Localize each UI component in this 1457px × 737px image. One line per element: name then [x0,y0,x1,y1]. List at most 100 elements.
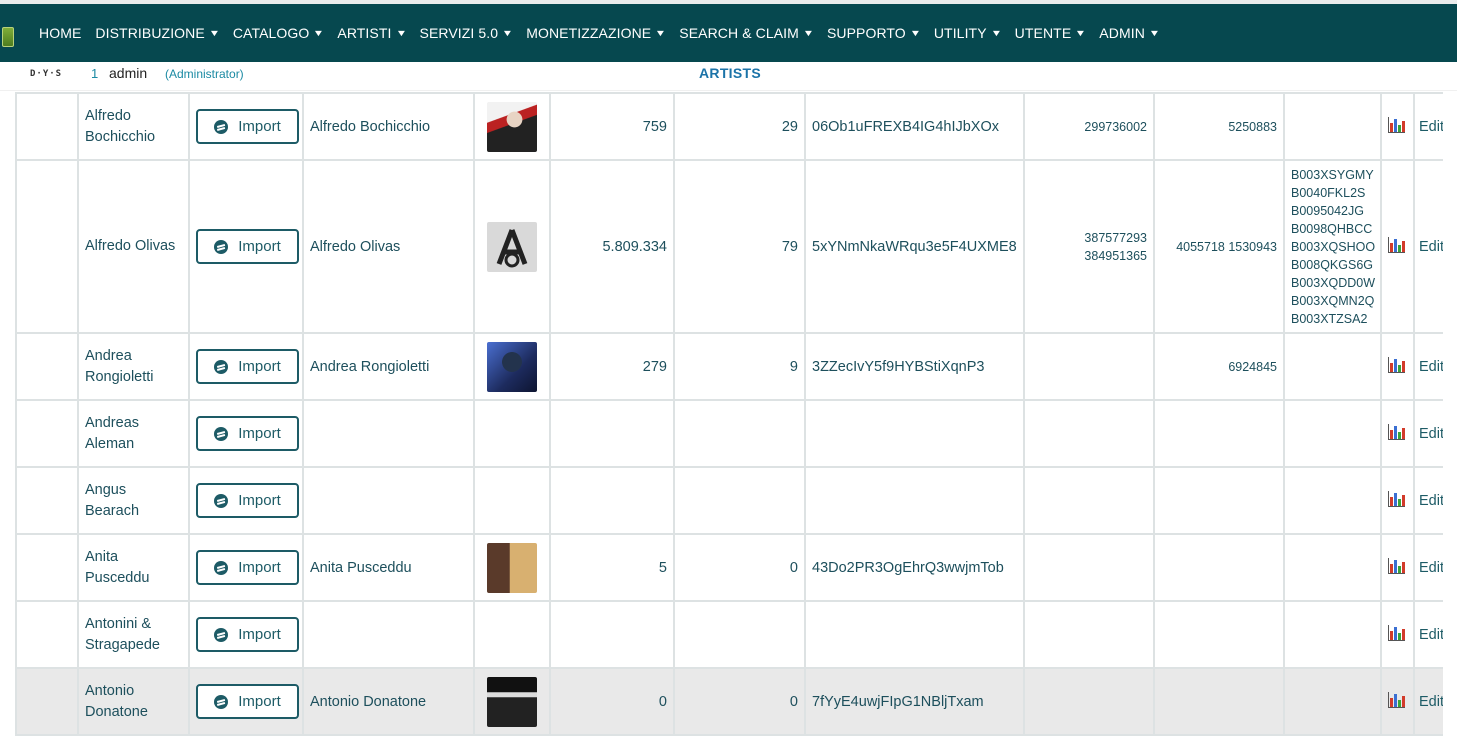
edit-link[interactable]: Edit [1419,119,1443,135]
popularity-cell [673,399,806,468]
asin-cell [1283,466,1382,535]
spotify-id-cell [804,466,1025,535]
thumbnail-cell [473,399,551,468]
chevron-down-icon: ▼ [501,28,514,38]
spotify-id-link[interactable]: 7fYyE4uwjFIpG1NBljTxam [812,694,984,710]
popularity-value: 0 [789,693,798,710]
import-cell: Import [188,399,304,468]
edit-link[interactable]: Edit [1419,239,1443,255]
edit-link[interactable]: Edit [1419,426,1443,442]
bar-chart-icon[interactable] [1388,117,1405,133]
popularity-cell [673,466,806,535]
id-column-a [1023,399,1155,468]
spotify-artist-name[interactable]: Antonio Donatone [310,694,426,710]
spotify-id-link[interactable]: 43Do2PR3OgEhrQ3wwjmTob [812,560,1004,576]
artist-thumbnail[interactable] [487,341,537,392]
nav-item-supporto[interactable]: SUPPORTO ▼ [820,25,927,41]
import-button[interactable]: Import [196,684,299,719]
asin-code: B0040FKL2S [1291,185,1366,200]
artist-name-link[interactable]: Andrea Rongioletti [85,348,154,385]
spotify-artist-name[interactable]: Alfredo Bochicchio [310,119,430,135]
spotify-artist-name[interactable]: Andrea Rongioletti [310,359,429,375]
import-button[interactable]: Import [196,109,299,144]
spotify-name-cell: Alfredo Bochicchio [302,92,475,161]
import-button[interactable]: Import [196,483,299,518]
artist-name-link[interactable]: Angus Bearach [85,482,139,519]
asin-code: B003XQMN2Q [1291,293,1375,308]
edit-link[interactable]: Edit [1419,359,1443,375]
user-name[interactable]: admin [109,65,147,81]
nav-item-monetizzazione[interactable]: MONETIZZAZIONE ▼ [519,25,672,41]
asin-cell [1283,332,1382,401]
artist-thumbnail[interactable] [487,676,537,727]
artist-name-link[interactable]: Antonio Donatone [85,683,148,720]
edit-link[interactable]: Edit [1419,560,1443,576]
edit-cell: Edit [1413,667,1443,736]
nav-item-admin[interactable]: ADMIN ▼ [1092,25,1166,41]
artist-name-link[interactable]: Andreas Aleman [85,415,139,452]
bar-chart-icon[interactable] [1388,692,1405,708]
spotify-artist-name[interactable]: Anita Pusceddu [310,560,412,576]
nav-item-home[interactable]: HOME [32,25,88,41]
stats-cell [1380,466,1415,535]
import-cell: Import [188,92,304,161]
chevron-down-icon: ▼ [654,28,667,38]
nav-item-artisti[interactable]: ARTISTI ▼ [330,25,412,41]
empty-cell [15,466,79,535]
import-button[interactable]: Import [196,416,299,451]
stats-cell [1380,332,1415,401]
artist-name-link[interactable]: Alfredo Bochicchio [85,108,155,145]
empty-cell [15,667,79,736]
nav-item-search-claim[interactable]: SEARCH & CLAIM ▼ [672,25,820,41]
bar-chart-icon[interactable] [1388,357,1405,373]
empty-cell [15,399,79,468]
import-button-label: Import [238,238,281,255]
bar-chart-icon[interactable] [1388,424,1405,440]
nav-item-servizi-5-0[interactable]: SERVIZI 5.0 ▼ [413,25,520,41]
stats-cell [1380,399,1415,468]
edit-link[interactable]: Edit [1419,627,1443,643]
asin-code: B008QKGS6G [1291,257,1373,272]
chevron-down-icon: ▼ [395,28,407,38]
import-button-label: Import [238,118,281,135]
artists-table-container[interactable]: Alfredo Bochicchio Import Alfredo Bochicch… [15,92,1443,737]
nav-item-utente[interactable]: UTENTE ▼ [1008,25,1093,41]
edit-link[interactable]: Edit [1419,493,1443,509]
id-values-a: 387577293 384951365 [1084,230,1147,263]
spotify-id-link[interactable]: 5xYNmNkaWRqu3e5F4UXME8 [812,239,1017,255]
bar-chart-icon[interactable] [1388,625,1405,641]
asin-code: B003XTZSA2 [1291,311,1368,326]
edit-link[interactable]: Edit [1419,694,1443,710]
thumbnail-cell [473,92,551,161]
popularity-cell [673,600,806,669]
spotify-artist-name[interactable]: Alfredo Olivas [310,239,400,255]
artist-thumbnail[interactable] [487,542,537,593]
nav-item-catalogo[interactable]: CATALOGO ▼ [226,25,331,41]
bar-chart-icon[interactable] [1388,558,1405,574]
artist-name-link[interactable]: Antonini & Stragapede [85,616,160,653]
edit-cell: Edit [1413,92,1443,161]
spotify-name-cell: Alfredo Olivas [302,159,475,334]
bar-chart-icon[interactable] [1388,491,1405,507]
spotify-icon [214,239,229,254]
import-button[interactable]: Import [196,617,299,652]
import-cell: Import [188,533,304,602]
nav-item-utility[interactable]: UTILITY ▼ [927,25,1008,41]
bar-chart-icon[interactable] [1388,237,1405,253]
import-button[interactable]: Import [196,550,299,585]
chevron-down-icon: ▼ [802,28,815,38]
import-button[interactable]: Import [196,229,299,264]
artist-name-link[interactable]: Anita Pusceddu [85,549,150,586]
spotify-id-link[interactable]: 3ZZecIvY5f9HYBStiXqnP3 [812,359,984,375]
import-button[interactable]: Import [196,349,299,384]
spotify-id-link[interactable]: 06Ob1uFREXB4IG4hIJbXOx [812,119,999,135]
id-column-b: 4055718 1530943 [1153,159,1285,334]
app-logo-icon[interactable] [2,27,14,47]
artist-thumbnail[interactable] [487,221,537,272]
artist-thumbnail[interactable] [487,101,537,152]
nav-item-distribuzione[interactable]: DISTRIBUZIONE ▼ [88,25,225,41]
nav-item-label: MONETIZZAZIONE [526,25,652,41]
artist-name-link[interactable]: Alfredo Olivas [85,238,175,254]
popularity-value: 0 [789,559,798,576]
artist-name-cell: Anita Pusceddu [77,533,190,602]
